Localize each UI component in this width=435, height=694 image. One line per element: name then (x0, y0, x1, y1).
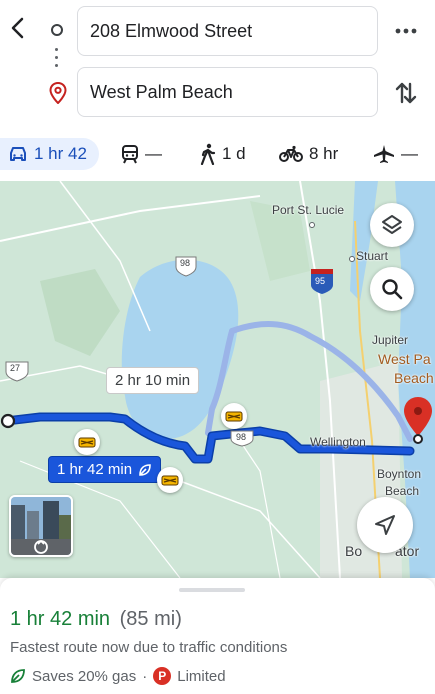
travel-mode-row: 1 hr 42 — 1 d 8 hr — (0, 136, 435, 176)
route-summary-line: 1 hr 42 min (85 mi) (10, 608, 182, 631)
train-icon (122, 145, 138, 164)
map-label-jupiter: Jupiter (372, 333, 409, 347)
hwy-27-shield-label: 27 (10, 363, 21, 373)
leaf-icon (11, 669, 25, 683)
mode-flight-label: — (401, 144, 418, 163)
map-label-west-palm-2: Beach (394, 370, 434, 386)
map-label-boynton-2: Beach (385, 484, 420, 498)
tag-separator: · (142, 667, 148, 685)
main-route-label[interactable]: 1 hr 42 min (48, 456, 162, 483)
alternate-route-time: 2 hr 10 min (115, 372, 191, 389)
swap-button[interactable] (392, 78, 420, 108)
map-label-port-st-lucie: Port St. Lucie (272, 203, 345, 217)
back-button[interactable] (4, 12, 32, 44)
mode-driving[interactable]: 1 hr 42 (0, 138, 99, 170)
mode-cycling[interactable]: 8 hr (279, 138, 338, 170)
more-options-button[interactable] (392, 18, 420, 44)
airplane-icon (374, 145, 394, 163)
parking-text: Limited (177, 667, 226, 685)
route-distance: (85 mi) (119, 608, 182, 630)
car-icon (10, 147, 26, 161)
route-duration: 1 hr 42 min (10, 608, 111, 630)
mode-flight[interactable]: — (373, 138, 418, 170)
map-label-wellington: Wellington (310, 435, 366, 449)
route-note: Fastest route now due to traffic conditi… (10, 639, 288, 656)
mode-cycling-label: 8 hr (309, 144, 339, 163)
map-label-boynton-1: Boynton (377, 467, 422, 481)
search-along-route-button[interactable] (370, 267, 414, 311)
route-dots-icon (55, 48, 59, 72)
layers-icon (382, 215, 402, 234)
destination-pin-icon (49, 81, 67, 109)
gas-savings-text: Saves 20% gas (32, 667, 137, 685)
navigation-arrow-icon (375, 515, 395, 535)
eco-leaf-icon (139, 463, 151, 476)
alternate-route-label[interactable]: 2 hr 10 min (106, 367, 200, 394)
map-label-west-palm-1: West Pa (378, 351, 431, 367)
mode-driving-label: 1 hr 42 (34, 144, 87, 163)
main-route-time: 1 hr 42 min (57, 461, 133, 478)
more-horizontal-icon (395, 28, 417, 34)
street-view-thumbnail[interactable] (9, 495, 73, 557)
route-tags: Saves 20% gas · P Limited (10, 667, 226, 685)
map-view[interactable]: Port St. Lucie Stuart Jupiter West Pa Be… (0, 181, 435, 578)
mode-transit-label: — (145, 144, 162, 163)
mode-transit[interactable]: — (121, 138, 162, 170)
destination-field[interactable]: West Palm Beach (77, 67, 378, 117)
origin-circle-icon (51, 24, 63, 36)
hwy-98-mid-shield-label: 98 (236, 432, 247, 442)
toll-icon (221, 403, 247, 429)
layers-button[interactable] (370, 203, 414, 247)
swap-vertical-icon (395, 82, 417, 104)
walking-icon (200, 143, 216, 165)
route-summary-sheet[interactable]: 1 hr 42 min (85 mi) Fastest route now du… (0, 578, 435, 694)
mode-walking[interactable]: 1 d (200, 138, 246, 170)
parking-icon: P (153, 667, 172, 685)
mode-walking-label: 1 d (222, 144, 246, 163)
hwy-98-shield-label: 98 (180, 258, 191, 268)
search-icon (382, 279, 403, 300)
toll-icon (157, 467, 183, 493)
street-view-image (11, 497, 71, 555)
hwy-95-shield-label: 95 (315, 276, 326, 286)
start-navigation-button[interactable] (357, 497, 413, 553)
directions-header: 208 Elmwood Street West Palm Beach (0, 0, 435, 132)
bicycle-icon (279, 145, 303, 162)
map-label-stuart: Stuart (356, 249, 389, 263)
toll-icon (74, 429, 100, 455)
map-label-boca-1: Bo (345, 543, 363, 559)
back-arrow-icon (11, 17, 24, 39)
origin-field[interactable]: 208 Elmwood Street (77, 6, 378, 56)
sheet-drag-handle[interactable] (179, 588, 245, 592)
